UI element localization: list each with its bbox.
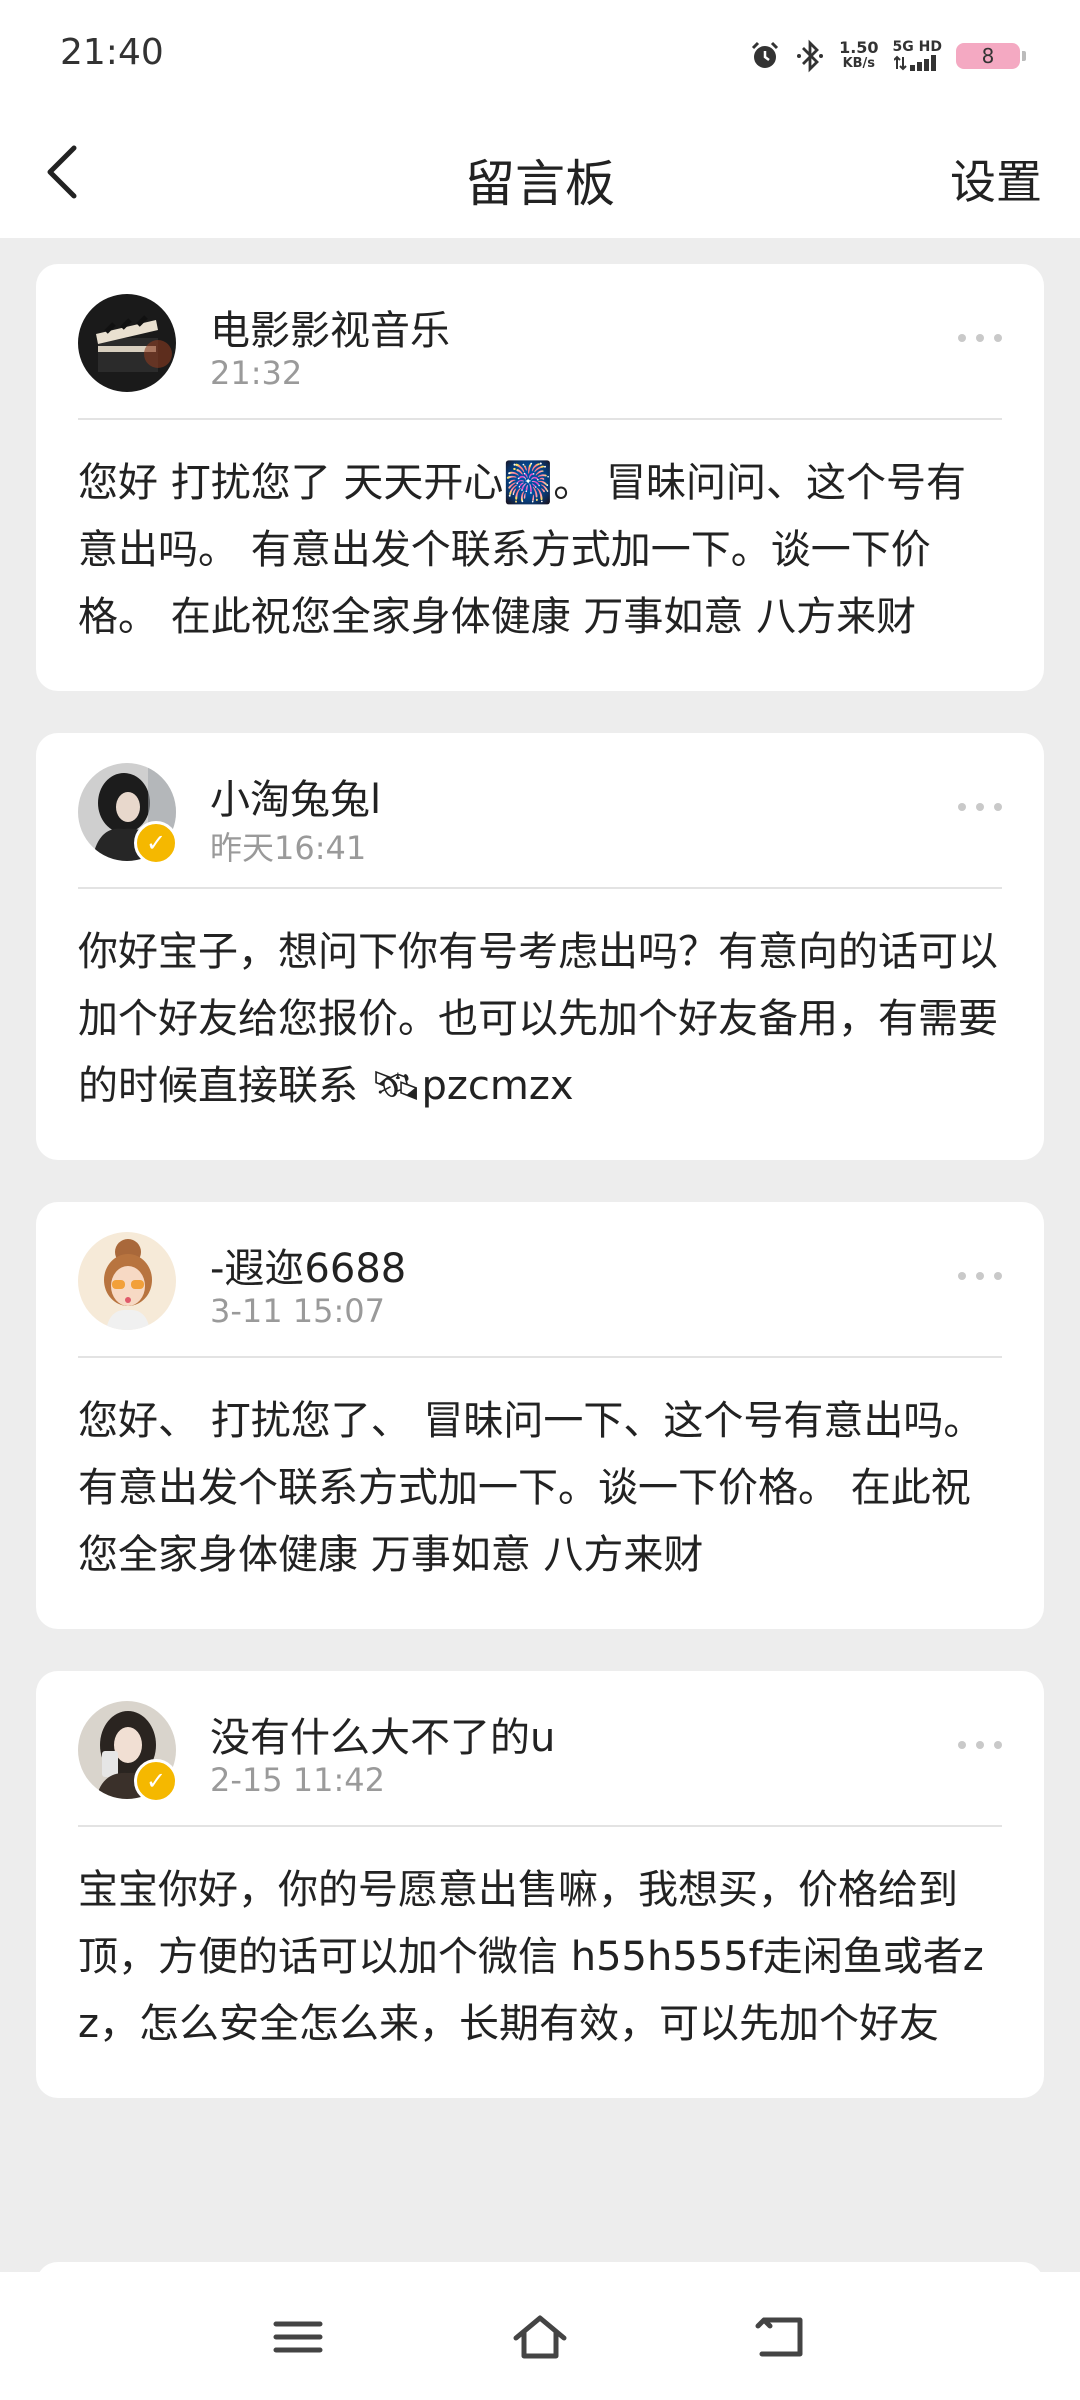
post-time: 3-11 15:07 <box>210 1292 386 1330</box>
more-dots-icon[interactable] <box>958 1741 1002 1753</box>
message-header: ✓ 小淘兔兔l 昨天16:41 <box>78 763 1002 889</box>
message-header: 电影影视音乐 21:32 <box>78 294 1002 420</box>
system-nav-bar <box>0 2272 1080 2400</box>
avatar[interactable] <box>78 294 176 392</box>
message-card[interactable]: 电影影视音乐 21:32 您好 打扰您了 天天开心🎆。 冒昧问问、这个号有意出吗… <box>36 264 1044 691</box>
settings-button[interactable]: 设置 <box>950 146 1042 212</box>
avatar[interactable]: ✓ <box>78 763 178 865</box>
page-title: 留言板 <box>465 155 615 213</box>
home-icon[interactable] <box>512 2312 568 2362</box>
author-name[interactable]: 电影影视音乐 <box>210 298 450 356</box>
message-card[interactable]: ✓ 小淘兔兔l 昨天16:41 你好宝子，想问下你有号考虑出吗？有意向的话可以加… <box>36 733 1044 1160</box>
verified-badge-icon: ✓ <box>134 1759 178 1803</box>
message-card[interactable]: ✓ 没有什么大不了的u 2-15 11:42 宝宝你好，你的号愿意出售嘛，我想买… <box>36 1671 1044 2098</box>
app-header: 留言板 设置 <box>0 112 1080 238</box>
author-name[interactable]: -遐迩6688 <box>210 1236 406 1294</box>
message-text: 您好 打扰您了 天天开心🎆。 冒昧问问、这个号有意出吗。 有意出发个联系方式加一… <box>78 460 966 640</box>
network-speed: 1.50 KB/s <box>839 40 878 72</box>
message-text: 你好宝子，想问下你有号考虑出吗？有意向的话可以加个好友给您报价。也可以先加个好友… <box>78 929 998 1109</box>
author-name[interactable]: 没有什么大不了的u <box>210 1705 555 1763</box>
post-time: 21:32 <box>210 354 303 392</box>
message-card[interactable]: -遐迩6688 3-11 15:07 您好、 打扰您了、 冒昧问一下、这个号有意… <box>36 1202 1044 1629</box>
message-text: 宝宝你好，你的号愿意出售嘛，我想买，价格给到顶，方便的话可以加个微信 h55h5… <box>78 1867 984 2047</box>
post-time: 2-15 11:42 <box>210 1761 386 1799</box>
bluetooth-icon <box>797 39 824 73</box>
message-header: ✓ 没有什么大不了的u 2-15 11:42 <box>78 1701 1002 1827</box>
avatar[interactable] <box>78 1232 176 1330</box>
message-text: 您好、 打扰您了、 冒昧问一下、这个号有意出吗。 有意出发个联系方式加一下。谈一… <box>78 1398 984 1578</box>
speed-value: 1.50 <box>839 38 879 57</box>
verified-badge-icon: ✓ <box>134 821 178 865</box>
message-list: 电影影视音乐 21:32 您好 打扰您了 天天开心🎆。 冒昧问问、这个号有意出吗… <box>36 264 1044 2140</box>
signal-icon <box>893 54 937 71</box>
more-dots-icon[interactable] <box>958 1272 1002 1284</box>
more-dots-icon[interactable] <box>958 803 1002 815</box>
menu-icon[interactable] <box>270 2312 326 2362</box>
more-dots-icon[interactable] <box>958 334 1002 346</box>
back-icon[interactable] <box>754 2312 810 2362</box>
post-time: 昨天16:41 <box>210 829 367 867</box>
battery-indicator: 8 <box>956 43 1026 69</box>
author-name[interactable]: 小淘兔兔l <box>210 767 381 825</box>
status-bar: 21:40 1.50 KB/s 5G HD 8 <box>0 0 1080 112</box>
avatar[interactable]: ✓ <box>78 1701 178 1803</box>
message-header: -遐迩6688 3-11 15:07 <box>78 1232 1002 1358</box>
status-icons: 1.50 KB/s 5G HD 8 <box>749 36 1026 76</box>
alarm-icon <box>752 41 779 68</box>
signal-block: 5G HD <box>893 39 942 74</box>
status-time: 21:40 <box>60 32 164 73</box>
network-type: 5G HD <box>892 38 942 55</box>
speed-unit: KB/s <box>842 56 876 71</box>
